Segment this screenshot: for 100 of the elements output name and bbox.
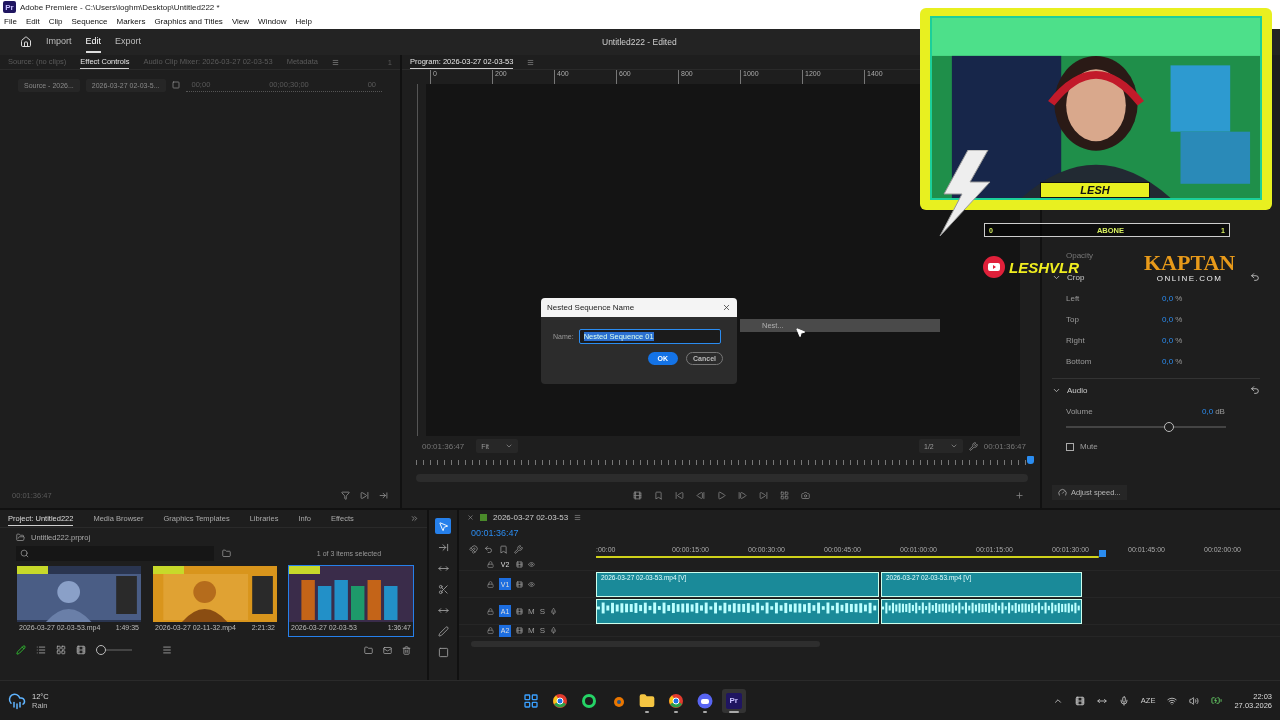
film-icon[interactable] <box>632 490 642 500</box>
audio-clip[interactable] <box>881 598 1082 624</box>
new-item-icon[interactable] <box>383 645 393 655</box>
volume-icon[interactable] <box>1189 695 1200 706</box>
property-value[interactable]: 0,0 <box>1162 294 1174 303</box>
reset-icon[interactable] <box>1250 385 1260 395</box>
close-icon[interactable] <box>722 303 731 312</box>
bin-icon[interactable] <box>222 549 231 558</box>
step-icon[interactable] <box>360 491 369 500</box>
menu-item[interactable]: Sequence <box>71 17 108 26</box>
go-to-in-icon[interactable] <box>674 490 684 500</box>
menu-item[interactable]: Help <box>295 17 312 26</box>
checkbox-label: Mute <box>1080 442 1098 451</box>
property-value[interactable]: 0,0 <box>1162 315 1174 324</box>
pen-icon <box>437 625 449 637</box>
property-value[interactable]: 0,0 <box>1162 357 1174 366</box>
sequence-title: 2026-03-27 02-03-53 <box>493 512 569 522</box>
nav-tab[interactable]: Edit <box>85 31 102 53</box>
project-icon <box>16 533 25 542</box>
menu-item[interactable]: File <box>4 17 17 26</box>
insert-icon[interactable] <box>779 490 789 500</box>
menu-item[interactable]: Window <box>258 17 287 26</box>
battery-icon[interactable] <box>1211 695 1223 706</box>
play-icon[interactable] <box>716 490 726 500</box>
wrench-icon[interactable] <box>968 441 978 451</box>
property-value[interactable]: 0,0 <box>1162 336 1174 345</box>
nav-tab[interactable]: Import <box>46 31 72 53</box>
menu-icon[interactable] <box>331 58 339 66</box>
icon-view-icon[interactable] <box>56 645 66 655</box>
sync-icon[interactable] <box>516 607 523 615</box>
lock-icon[interactable] <box>487 627 494 634</box>
sort-icon[interactable] <box>162 645 172 655</box>
rectangle-icon <box>437 646 449 658</box>
lock-icon[interactable] <box>487 607 494 615</box>
marker-icon[interactable] <box>653 490 663 500</box>
reset-icon[interactable] <box>1250 272 1260 282</box>
sync-icon[interactable] <box>516 627 523 634</box>
step-back-icon[interactable] <box>695 490 705 500</box>
property-label: Bottom <box>1066 357 1093 366</box>
step-forward-icon[interactable] <box>737 490 747 500</box>
menu-item[interactable]: View <box>231 17 250 26</box>
tool-button[interactable] <box>435 518 452 534</box>
mic-icon[interactable] <box>550 627 557 634</box>
export-icon[interactable] <box>379 491 388 500</box>
menu-item[interactable]: Markers <box>116 17 146 26</box>
solo-button[interactable]: S <box>539 606 545 616</box>
lock-icon[interactable] <box>487 580 494 588</box>
sponsor-url: ONLINE.COM <box>1156 274 1223 283</box>
project-title: Untitled222 - Edited <box>602 37 677 47</box>
menu-item[interactable]: Graphics and Titles <box>154 17 223 26</box>
lock-icon[interactable] <box>487 561 494 568</box>
plus-icon[interactable] <box>1015 490 1024 500</box>
chrome-icon <box>551 692 568 709</box>
sync-icon[interactable] <box>516 561 523 568</box>
play-logo-icon <box>983 256 1005 278</box>
marker-icon[interactable] <box>499 544 508 554</box>
mute-checkbox[interactable] <box>1066 442 1074 451</box>
eye-icon[interactable] <box>528 561 535 568</box>
search-field[interactable] <box>16 546 214 561</box>
chat-bubble-icon <box>580 692 597 709</box>
freeform-view-icon[interactable] <box>76 645 86 655</box>
close-icon[interactable] <box>467 513 474 521</box>
trash-icon[interactable] <box>402 645 412 655</box>
menu-icon[interactable] <box>574 513 582 521</box>
pointer-icon <box>437 520 449 532</box>
timecode: 00:01:36:47 <box>983 441 1026 451</box>
slider-thumb[interactable] <box>96 645 106 655</box>
property-label: Right <box>1066 336 1086 345</box>
menu-item[interactable]: Edit <box>25 17 40 26</box>
snap-icon[interactable] <box>469 544 478 554</box>
mute-button[interactable]: M <box>528 626 535 635</box>
menu-item[interactable]: Clip <box>48 17 63 26</box>
name-tag: LESH <box>1040 182 1150 198</box>
folder-icon[interactable] <box>364 645 374 655</box>
square-icon <box>171 81 180 89</box>
mic-icon[interactable] <box>1118 695 1129 706</box>
nav-tab[interactable]: Export <box>115 31 142 53</box>
wrench-icon[interactable] <box>514 544 523 554</box>
solo-button[interactable]: S <box>539 626 545 635</box>
weather-icon[interactable] <box>8 691 26 710</box>
mute-button[interactable]: M <box>528 606 535 616</box>
more-icon[interactable] <box>410 514 420 523</box>
go-to-out-icon[interactable] <box>758 490 768 500</box>
list-view-icon[interactable] <box>36 645 46 655</box>
tray-app-icon[interactable] <box>1074 695 1085 706</box>
sync-icon[interactable] <box>516 580 523 588</box>
eye-icon[interactable] <box>528 580 535 588</box>
camera-icon[interactable] <box>800 490 810 500</box>
property-value[interactable]: 0,0 <box>1202 407 1214 416</box>
home-icon[interactable] <box>20 36 32 48</box>
slider-thumb[interactable] <box>1163 422 1174 432</box>
razor-icon <box>437 583 449 595</box>
pencil-icon[interactable] <box>16 645 26 655</box>
menu-icon[interactable] <box>527 58 535 66</box>
filter-icon[interactable] <box>341 491 350 500</box>
link-icon[interactable] <box>484 544 493 554</box>
audio-clip[interactable] <box>596 598 879 624</box>
dialog-title: Nested Sequence Name <box>547 303 635 312</box>
wifi-icon[interactable] <box>1167 695 1178 706</box>
mic-icon[interactable] <box>550 607 557 615</box>
